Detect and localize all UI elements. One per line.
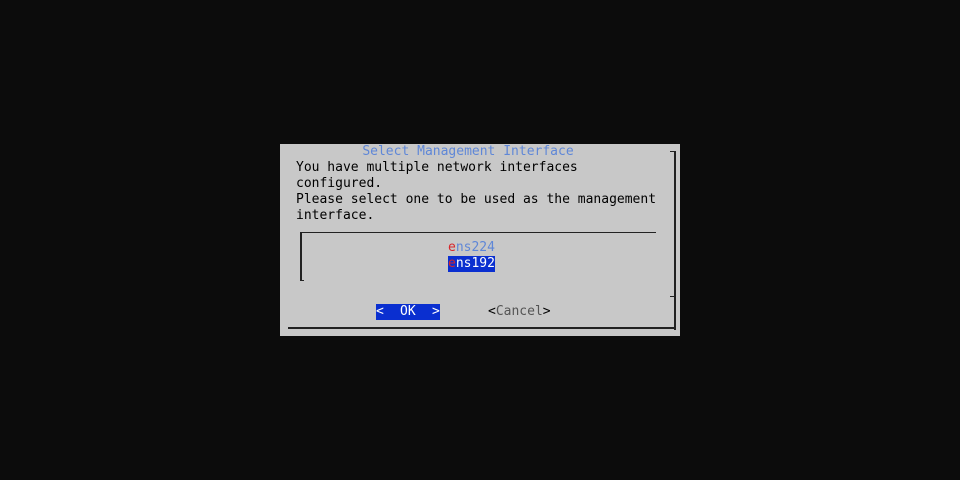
ok-button[interactable]: < OK > [376, 304, 440, 320]
dialog-border-bottom [288, 327, 676, 329]
terminal-screen: Select Management Interface You have mul… [0, 0, 960, 480]
dialog-border-corner [670, 151, 676, 152]
dialog-message-line: interface. [296, 208, 375, 223]
interface-option-label: ns224 [455, 240, 495, 255]
interface-option-ens192[interactable]: ens192 [448, 256, 495, 272]
ok-button-left-bracket: < [376, 304, 384, 319]
dialog-border-right-lower [674, 297, 676, 330]
cancel-button[interactable]: <Cancel> [488, 304, 551, 320]
ok-button-label: OK [400, 304, 416, 319]
interface-option-label: ns192 [455, 256, 495, 271]
cancel-button-right-bracket: > [542, 304, 551, 319]
dialog-border-right [674, 151, 676, 297]
cancel-button-left-bracket: < [488, 304, 496, 319]
ok-button-right-bracket: > [432, 304, 440, 319]
interface-list-border-corner [300, 280, 304, 281]
hotkey-letter: e [448, 256, 456, 271]
dialog-message-line: configured. [296, 176, 383, 191]
hotkey-letter: e [448, 240, 456, 255]
cancel-button-label: Cancel [495, 304, 543, 319]
select-interface-dialog: Select Management Interface You have mul… [280, 144, 680, 336]
interface-option-ens224[interactable]: ens224 [448, 240, 495, 256]
dialog-message-line: Please select one to be used as the mana… [296, 192, 657, 207]
dialog-title: Select Management Interface [362, 144, 574, 159]
interface-list-border-left [300, 232, 302, 281]
dialog-message-line: You have multiple network interfaces [296, 160, 578, 175]
interface-list-border-top [300, 232, 656, 233]
